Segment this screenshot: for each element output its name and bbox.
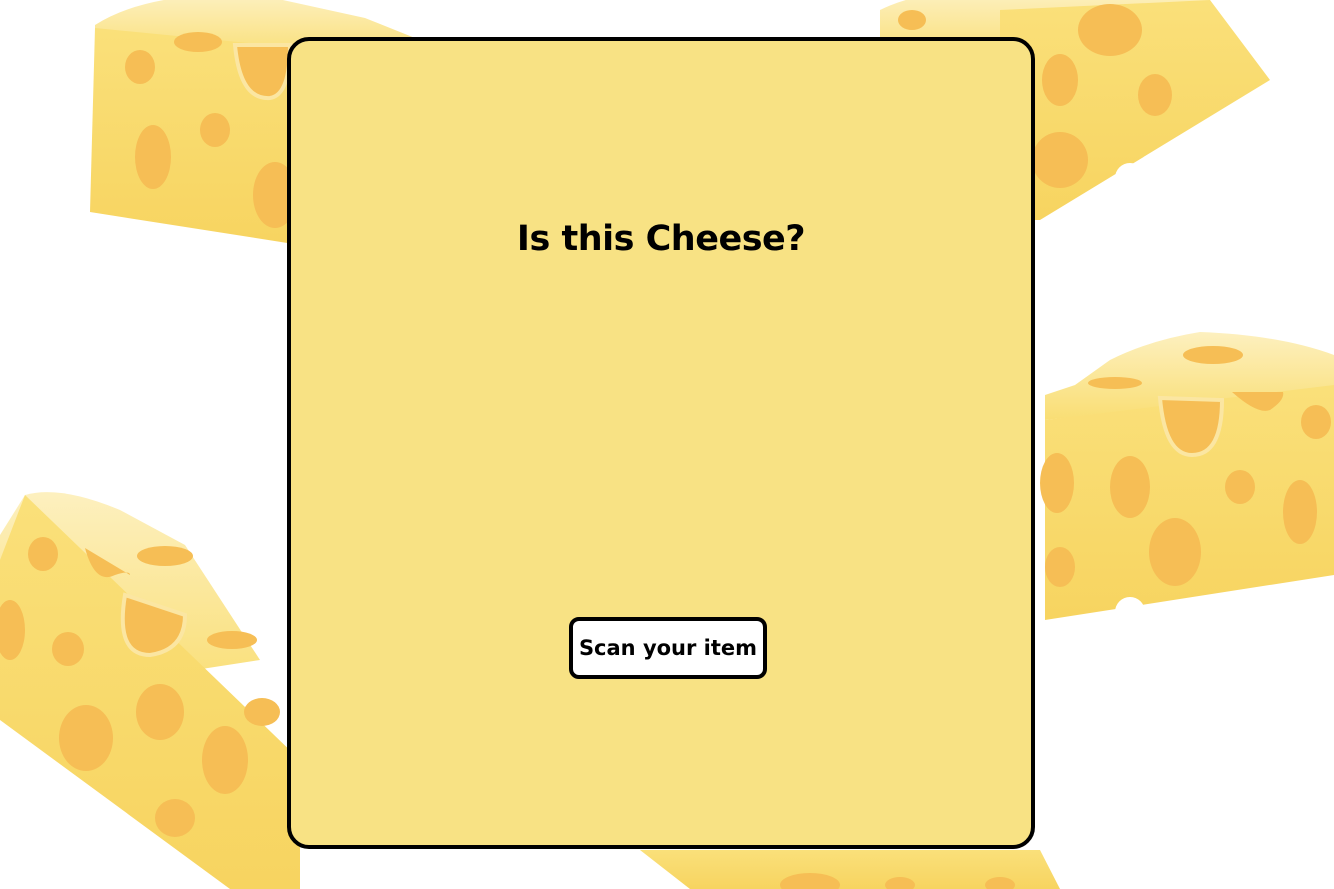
page-title: Is this Cheese? (516, 219, 806, 259)
page: Is this Cheese? Scan your item (0, 0, 1334, 889)
scan-item-button[interactable]: Scan your item (569, 617, 767, 679)
cheese-wedge-icon (640, 850, 1060, 889)
main-card: Is this Cheese? Scan your item (287, 37, 1035, 849)
cheese-wedge-icon (1040, 332, 1334, 627)
cheese-wedge-icon (0, 492, 300, 889)
